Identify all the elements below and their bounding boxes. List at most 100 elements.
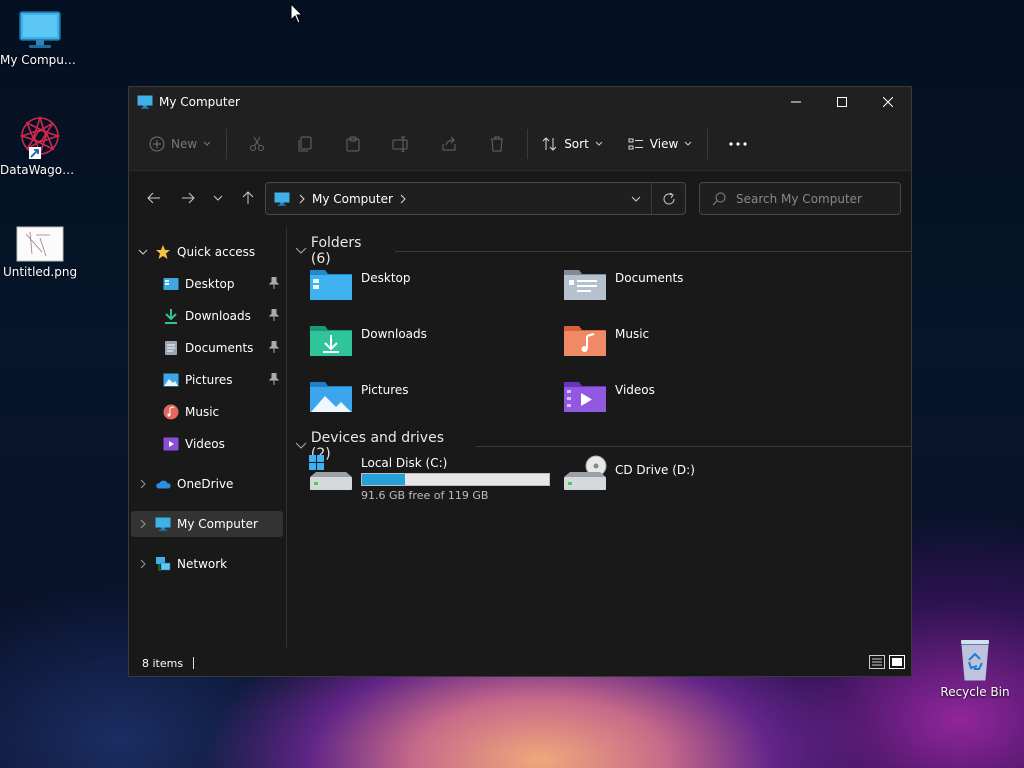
scissors-icon: [250, 136, 265, 151]
folder-tile-downloads[interactable]: Downloads: [309, 321, 427, 357]
sidebar-item-pictures[interactable]: Pictures: [131, 367, 283, 393]
folder-label: Pictures: [361, 383, 409, 397]
chevron-right-icon[interactable]: [131, 559, 155, 569]
folder-tile-desktop[interactable]: Desktop: [309, 265, 411, 301]
videos-icon: [163, 436, 179, 452]
more-horizontal-icon: [729, 141, 747, 146]
selection-divider: [193, 657, 195, 669]
folder-label: Downloads: [361, 327, 427, 341]
copy-icon: [298, 136, 312, 151]
rename-icon: [392, 136, 408, 152]
details-view-icon: [869, 654, 885, 669]
drive-tile-local-disk[interactable]: Local Disk (C:) 91.6 GB free of 119 GB: [309, 455, 550, 502]
sort-icon: [542, 136, 557, 151]
sidebar-item-label: My Computer: [177, 517, 258, 531]
chevron-down-icon: [295, 247, 307, 254]
sidebar-item-label: OneDrive: [177, 477, 234, 491]
address-history-button[interactable]: [621, 194, 651, 204]
sidebar-item-music[interactable]: Music: [131, 399, 283, 425]
copy-button[interactable]: [281, 128, 329, 160]
desktop-icon-untitled-png[interactable]: Untitled.png: [0, 226, 80, 279]
chevron-right-icon[interactable]: [131, 479, 155, 489]
window-title: My Computer: [159, 95, 240, 109]
sidebar-item-desktop[interactable]: Desktop: [131, 271, 283, 297]
folder-tile-pictures[interactable]: Pictures: [309, 377, 409, 413]
sidebar-item-label: Videos: [185, 437, 225, 451]
breadcrumb[interactable]: My Computer: [312, 192, 393, 206]
sidebar-item-onedrive[interactable]: OneDrive: [131, 471, 283, 497]
desktop-icon-datawagon[interactable]: DataWagon...: [0, 114, 80, 177]
sidebar-item-documents[interactable]: Documents: [131, 335, 283, 361]
forward-button[interactable]: [171, 183, 205, 213]
sort-button[interactable]: Sort: [534, 128, 612, 160]
close-button[interactable]: [865, 87, 911, 117]
group-header-folders[interactable]: Folders (6): [295, 235, 911, 267]
pin-icon: [268, 308, 280, 324]
chevron-down-icon: [203, 141, 211, 146]
more-options-button[interactable]: [714, 128, 762, 160]
arrow-left-icon: [147, 192, 160, 204]
arrow-up-icon: [242, 191, 254, 204]
sidebar-item-quick-access[interactable]: Quick access: [131, 239, 283, 265]
delete-button[interactable]: [473, 128, 521, 160]
sidebar-item-my-computer[interactable]: My Computer: [131, 511, 283, 537]
cut-button[interactable]: [233, 128, 281, 160]
chevron-down-icon[interactable]: [131, 247, 155, 257]
minimize-icon: [791, 101, 801, 103]
recent-locations-button[interactable]: [205, 183, 231, 213]
drive-label: CD Drive (D:): [615, 463, 695, 477]
desktop-icon-my-computer[interactable]: My Computer: [0, 10, 80, 67]
documents-icon: [163, 340, 179, 356]
refresh-icon: [663, 192, 674, 204]
folder-label: Desktop: [361, 271, 411, 285]
paste-button[interactable]: [329, 128, 377, 160]
desktop-icon-recycle-bin[interactable]: Recycle Bin: [935, 638, 1015, 699]
toolbar-separator: [226, 128, 228, 159]
rename-button[interactable]: [377, 128, 425, 160]
large-icons-view-button[interactable]: [889, 654, 905, 672]
new-button[interactable]: New: [141, 128, 220, 160]
downloads-folder-icon: [310, 326, 352, 356]
folder-tile-documents[interactable]: Documents: [563, 265, 683, 301]
monitor-icon: [19, 11, 61, 48]
folder-label: Music: [615, 327, 650, 341]
sidebar-item-videos[interactable]: Videos: [131, 431, 283, 457]
refresh-button[interactable]: [651, 183, 685, 214]
clipboard-icon: [346, 136, 360, 151]
chevron-right-icon[interactable]: [131, 519, 155, 529]
folder-tile-videos[interactable]: Videos: [563, 377, 655, 413]
sidebar-item-label: Documents: [185, 341, 254, 355]
sidebar-item-downloads[interactable]: Downloads: [131, 303, 283, 329]
desktop-icon-label: Recycle Bin: [940, 685, 1010, 699]
share-button[interactable]: [425, 128, 473, 160]
sidebar-item-network[interactable]: Network: [131, 551, 283, 577]
search-box[interactable]: [699, 182, 901, 215]
title-bar[interactable]: My Computer: [129, 87, 911, 117]
drive-tile-cd-drive[interactable]: CD Drive (D:): [563, 455, 695, 491]
chevron-right-icon: [299, 194, 305, 203]
search-input[interactable]: [736, 191, 886, 206]
folder-label: Documents: [615, 271, 684, 285]
drive-free-space: 91.6 GB free of 119 GB: [361, 489, 489, 502]
disk-usage-bar: [361, 473, 550, 486]
maximize-button[interactable]: [819, 87, 865, 117]
maximize-icon: [837, 97, 847, 107]
navigation-pane: Quick access Desktop Downloads Documents…: [129, 227, 287, 647]
new-button-label: New: [171, 136, 198, 151]
cd-drive-icon: [564, 455, 607, 490]
up-button[interactable]: [231, 183, 265, 213]
content-area: Folders (6) Desktop Documents Downloads …: [289, 227, 911, 647]
sidebar-item-label: Desktop: [185, 277, 235, 291]
view-button[interactable]: View: [620, 128, 701, 160]
chevron-right-icon: [400, 194, 406, 203]
folder-tile-music[interactable]: Music: [563, 321, 649, 357]
minimize-button[interactable]: [773, 87, 819, 117]
monitor-icon: [137, 95, 153, 109]
command-bar: New Sort View: [129, 117, 911, 171]
back-button[interactable]: [137, 183, 171, 213]
desktop-icon-label: My Computer: [0, 53, 80, 67]
address-bar[interactable]: My Computer: [265, 182, 686, 215]
status-bar: 8 items: [129, 650, 911, 676]
chevron-down-icon: [631, 196, 641, 202]
details-view-button[interactable]: [869, 654, 885, 672]
